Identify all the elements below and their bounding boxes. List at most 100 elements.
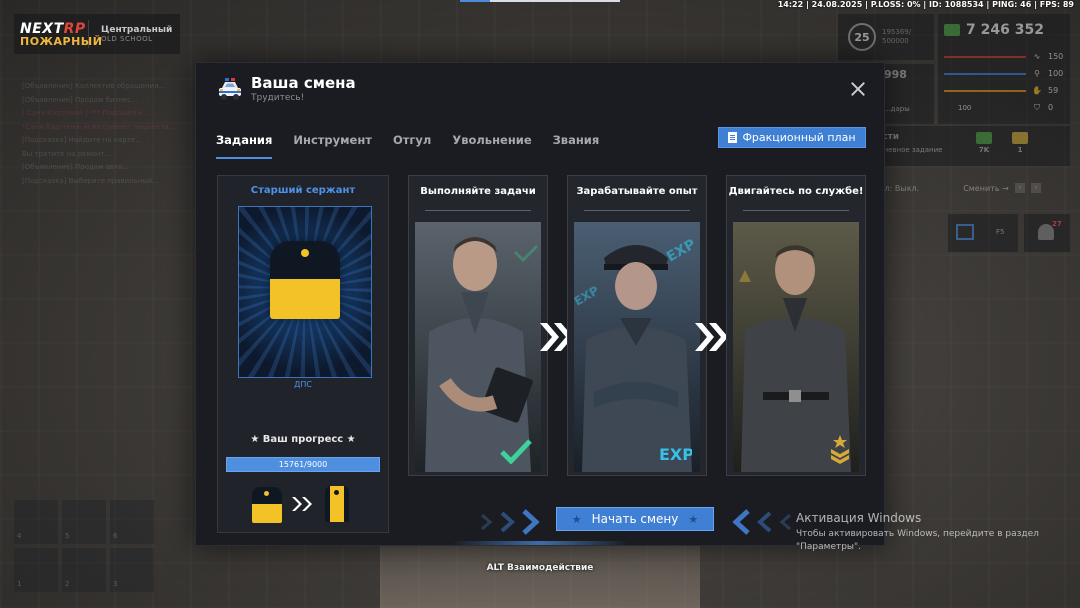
shift-modal: Ваша смена Трудитесь! Задания Инструмент… [195,62,885,546]
hud-level-panel: 25 195369/ 500000 [838,14,934,60]
server-name: Центральный [101,25,173,35]
divider [584,210,690,211]
modal-title: Ваша смена [251,74,356,92]
hotbar-slot[interactable]: 6 [110,500,154,544]
chat-line: [Объявление] Коллектив обращения... [22,82,165,90]
food-icon: ⚲ [1034,69,1040,78]
police-car-icon [219,78,241,100]
notifications-button[interactable]: 27 [1024,214,1070,252]
calendar-hotkey: F5 [996,228,1005,236]
next-epaulet-icon [325,486,349,522]
step-card-tasks: Выполняйте задачи [408,175,548,476]
hotbar: 4 5 6 1 2 3 [14,500,164,600]
stat-row-stamina: ✋ 59 [944,82,1064,99]
tab-tasks[interactable]: Задания [216,125,273,159]
chat-log: [Объявление] Коллектив обращения... [Объ… [22,80,192,188]
food-value: 100 [1048,69,1064,78]
daily-task-title: ...сти [872,132,900,142]
close-button[interactable] [850,81,866,97]
xp-counter: 195369/ 500000 [882,28,911,46]
heartbeat-icon: ∿ [1033,52,1041,61]
step-title: Выполняйте задачи [420,186,536,197]
logo-text-line2: ПОЖАРНЫЙ [20,34,103,48]
rank-art [238,206,372,378]
food-bar [944,72,1026,75]
server-logo-box: NEXTRP ПОЖАРНЫЙ Центральный OLD SCHOOL [14,14,180,54]
windows-activation-watermark: Активация Windows Чтобы активировать Win… [796,511,1046,554]
divider [743,210,849,211]
tab-day-off[interactable]: Отгул [393,125,431,159]
exp-icon: EXP [659,445,692,464]
stat-row-food: ⚲ 100 [944,65,1064,82]
chat-line: Вы тратите на ремонт... [22,149,112,158]
reward-gold-value: 1 [1017,146,1023,154]
officer-with-tablet-image [415,222,541,472]
calendar-button[interactable]: F5 [948,214,1018,252]
shield-icon: ⛉ [1034,102,1040,112]
modal-subtitle: Трудитесь! [251,93,305,103]
decorative-chevrons-icon [732,509,791,535]
epaulet-icon [270,241,340,319]
rank-progress-bar: 15761/9000 [226,457,380,472]
key-right[interactable]: › [1030,183,1041,193]
hud-daily-task[interactable]: ...сти ...дневное задание 7K 1 [866,126,1070,166]
windows-activation-title: Активация Windows [796,511,922,525]
small-stat: 100 [958,103,972,112]
hand-icon: ✋ [1032,86,1042,95]
mid-value: 998 [884,68,907,81]
modal-tabs: Задания Инструмент Отгул Увольнение Зван… [216,125,599,159]
double-chevron-right-icon [292,497,312,511]
rank-card: Старший сержант ДПС ★ Ваш прогресс ★ 157… [217,175,389,533]
xp-line-1: 195369/ [882,28,912,36]
alt-interaction-hint: ALT Взаимодействие [486,563,594,573]
status-line: 14:22 | 24.08.2025 | P.LOSS: 0% | ID: 10… [777,0,1074,9]
stamina-bar [944,89,1026,92]
promotion-preview [252,486,356,524]
reward-gold: 1 [1012,132,1028,154]
cash-icon [944,24,960,36]
health-value: 150 [1048,52,1064,61]
hotbar-slot[interactable]: 4 [14,500,58,544]
rank-department: ДПС [294,380,312,389]
tab-ranks[interactable]: Звания [553,125,600,159]
officer-saluting-image [733,222,859,472]
calendar-icon [956,224,974,240]
stat-row-armor: 100 ⛉ 0 [944,99,1064,116]
officer-illustration [415,222,541,472]
rank-chevrons-icon [831,435,849,464]
hotbar-slot[interactable]: 5 [62,500,106,544]
level-badge: 25 [848,23,876,51]
checkmark-icon [500,439,532,464]
reward-money-value: 7K [978,146,990,154]
server-info: Центральный OLD SCHOOL [88,20,172,48]
rank-title: Старший сержант [250,185,356,196]
modal-header: Ваша смена Трудитесь! [196,63,884,113]
decorative-chevrons-icon [481,509,540,535]
notification-count: 27 [1052,220,1062,228]
interaction-glow [452,541,628,545]
star-icon: ★ [688,512,699,526]
xp-line-2: 500000 [882,37,909,45]
chat-line: [Подсказка] Найдите на карте... [22,136,142,144]
faction-plan-button[interactable]: Фракционный план [718,127,866,148]
start-shift-button[interactable]: ★ Начать смену ★ [556,507,714,531]
armor-value: 0 [1048,103,1054,112]
chat-line: [Объявление] Продам авто... [22,163,130,171]
money-value: 7 246 352 [966,22,1044,38]
tab-dismissal[interactable]: Увольнение [452,125,531,159]
gold-icon [1012,132,1028,144]
chat-line: *Саня Картонки осматривает пациента... [22,122,176,131]
start-shift-label: Начать смену [591,512,679,526]
hud-money-panel: 7 246 352 ∿ 150 ⚲ 100 ✋ 59 100 ⛉ 0 [938,14,1070,124]
officer-illustration: EXP EXP [574,222,700,472]
chat-line: [Подсказка] Выберите правильный... [22,176,160,185]
step-card-promotion: Двигайтесь по службе! [726,175,866,476]
document-icon [728,132,738,143]
tab-tool[interactable]: Инструмент [293,125,372,159]
officer-with-cap-image: EXP EXP EXP [574,222,700,472]
progress-label: ★ Ваш прогресс ★ [250,434,356,445]
server-subtitle: OLD SCHOOL [101,35,153,43]
key-left[interactable]: ‹ [1014,183,1025,193]
cash-icon [976,132,992,144]
reward-money: 7K [976,132,992,154]
